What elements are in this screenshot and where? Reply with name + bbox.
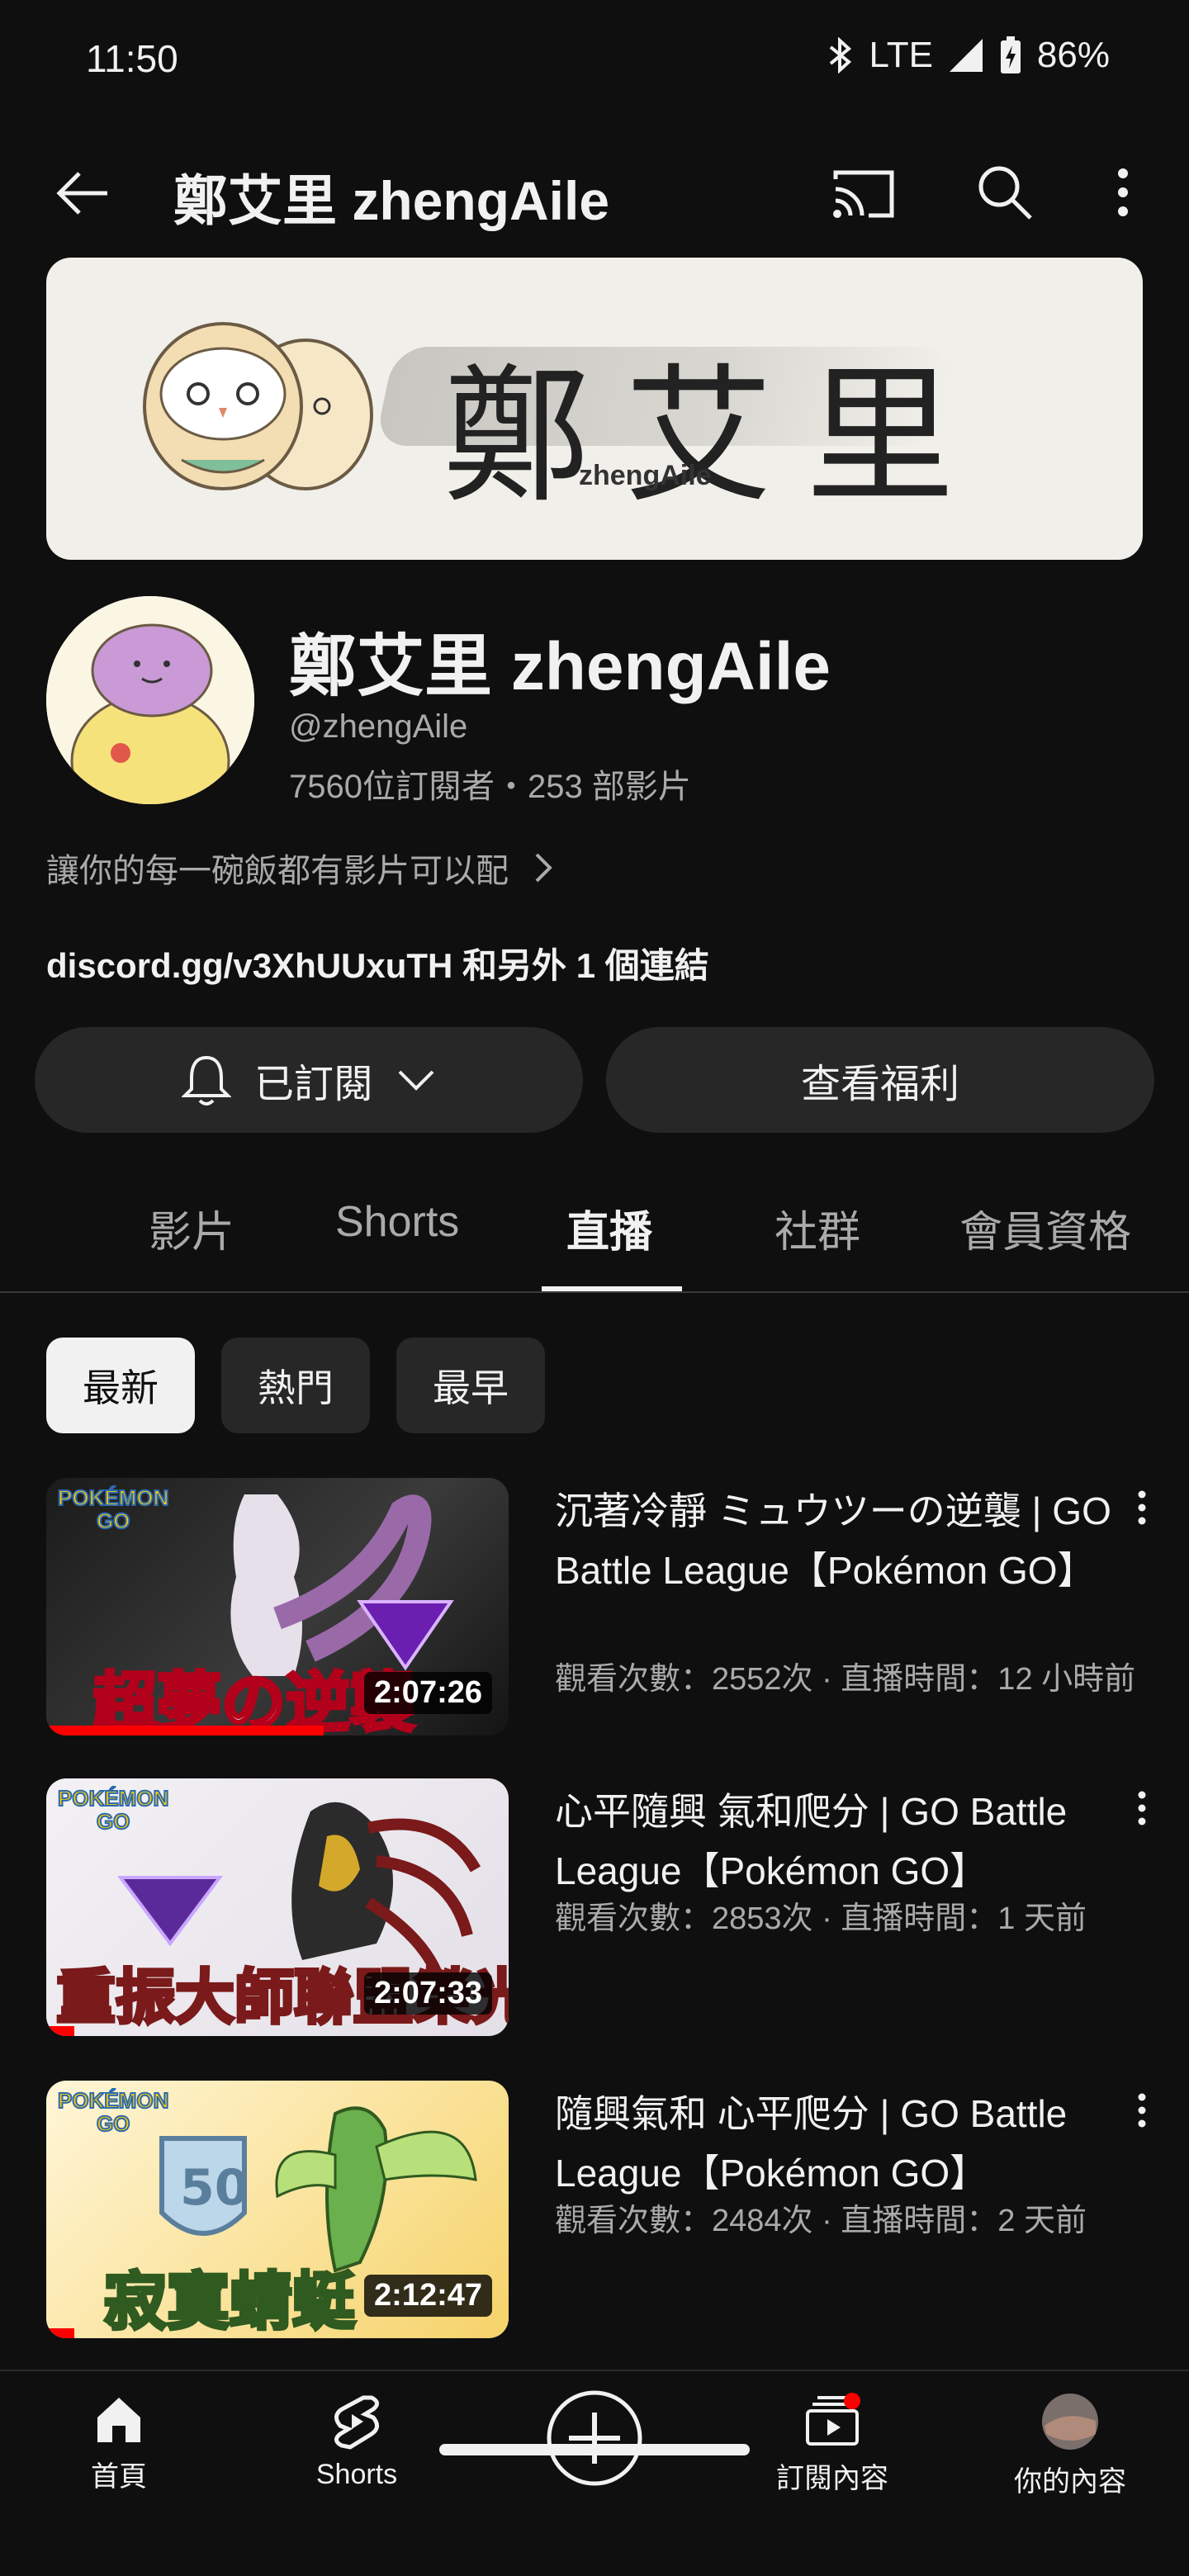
channel-description[interactable]: 讓你的每一碗飯都有影片可以配 [46,844,553,892]
battery-charging-icon [1000,36,1021,73]
video-duration: 2:07:26 [364,1672,492,1714]
channel-handle: @zhengAile [289,708,468,745]
channel-avatar[interactable] [46,596,254,804]
video-thumbnail[interactable]: POKÉMON GO 重振大師聯盟榮光 2:07:33 [46,1778,509,2036]
chip-latest[interactable]: 最新 [46,1338,195,1433]
perks-label: 查看福利 [800,1063,959,1106]
pokemon-go-logo: POKÉMON GO [57,2088,169,2136]
subscribed-button[interactable]: 已訂閱 [35,1027,583,1133]
video-meta: 觀看次數：2484次 · 直播時間：2 天前 [555,2204,1087,2238]
watch-progress-bar [46,1726,324,1735]
status-time: 11:50 [86,37,178,80]
nav-you-label: 你的內容 [1014,2466,1126,2498]
nav-home[interactable]: 首頁 [36,2393,201,2494]
battery-level: 86% [1036,35,1110,75]
more-vert-icon [1138,2093,1146,2128]
watch-progress-bar [46,2328,74,2338]
video-meta: 觀看次數：2552次 · 直播時間：12 小時前 [555,1662,1136,1697]
owl-illustration [143,322,373,490]
video-more-button[interactable] [1130,2086,1154,2135]
page-title: 鄭艾里 zhengAile [173,170,610,231]
chip-oldest[interactable]: 最早 [396,1338,545,1433]
subscribed-label: 已訂閱 [253,1063,373,1106]
bottom-navigation: 首頁 Shorts 訂閱內容 你的內容 [0,2370,1189,2576]
video-thumbnail[interactable]: 50 POKÉMON GO 寂寞蜻蜓 2:12:47 [46,2081,509,2338]
more-vert-icon [1138,1791,1146,1825]
tab-live[interactable]: 直播 [566,1197,652,1259]
video-more-button[interactable] [1130,1783,1154,1833]
banner-handle: zhengAile [579,460,712,491]
bluetooth-icon [830,37,852,73]
back-arrow-icon [56,172,107,215]
channel-stats: 7560位訂閱者・253 部影片 [289,769,691,805]
nav-you[interactable]: 你的內容 [988,2393,1153,2499]
nav-create[interactable] [512,2389,677,2487]
bell-icon [181,1055,231,1106]
chevron-right-icon [535,853,552,883]
cast-icon [833,170,894,218]
avatar-illustration [46,596,254,804]
more-options-button[interactable] [1098,157,1148,228]
more-vert-icon [1118,168,1128,216]
video-title[interactable]: 隨興氣和 心平爬分 | GO Battle League【Pokémon GO】 [555,2084,1116,2203]
search-button[interactable] [969,157,1040,228]
video-more-button[interactable] [1130,1483,1154,1532]
cast-button[interactable] [829,159,898,228]
chip-popular[interactable]: 熱門 [221,1338,370,1433]
view-perks-button[interactable]: 查看福利 [606,1027,1154,1133]
channel-banner: 鄭艾里 zhengAile [46,258,1143,560]
home-indicator[interactable] [439,2444,750,2455]
search-icon [978,166,1032,220]
video-meta: 觀看次數：2853次 · 直播時間：1 天前 [555,1901,1087,1936]
subscriptions-icon [806,2393,860,2446]
more-vert-icon [1138,1490,1146,1525]
pokemon-go-logo: POKÉMON GO [57,1786,169,1834]
tab-shorts[interactable]: Shorts [335,1197,459,1247]
watch-progress-bar [46,2026,74,2036]
svg-text:50: 50 [180,2159,249,2217]
back-button[interactable] [48,159,117,228]
video-duration: 2:12:47 [364,2275,492,2317]
banner-channel-name: 鄭艾里 [443,351,988,523]
video-title[interactable]: 心平隨興 氣和爬分 | GO Battle League【Pokémon GO】 [555,1782,1116,1901]
video-duration: 2:07:33 [364,1972,492,2015]
pokemon-go-logo: POKÉMON GO [57,1485,169,1533]
nav-shorts-label: Shorts [315,2459,398,2490]
network-label: LTE [869,35,933,75]
video-thumbnail[interactable]: POKÉMON GO 超夢の逆襲 2:07:26 [46,1478,509,1735]
channel-name: 鄭艾里 zhengAile [289,629,831,704]
video-title[interactable]: 沉著冷靜 ミュウツーの逆襲 | GO Battle League【Pokémon… [555,1481,1116,1600]
home-icon [97,2398,140,2442]
channel-links[interactable]: discord.gg/v3XhUUxuTH 和另外 1 個連結 [46,938,709,988]
tab-videos[interactable]: 影片 [149,1197,234,1259]
signal-icon [949,39,983,72]
channel-tabs: 影片 Shorts 直播 社群 會員資格 [0,1172,1189,1293]
tab-community[interactable]: 社群 [775,1197,860,1259]
avatar-icon [1042,2394,1098,2450]
active-tab-indicator [542,1286,682,1291]
tab-membership[interactable]: 會員資格 [959,1197,1131,1259]
description-text: 讓你的每一碗飯都有影片可以配 [46,853,509,889]
nav-shorts[interactable]: Shorts [274,2393,439,2491]
nav-home-label: 首頁 [91,2461,147,2493]
nav-subscriptions-label: 訂閱內容 [776,2463,888,2494]
nav-subscriptions[interactable]: 訂閱內容 [750,2393,915,2496]
chevron-down-icon [398,1070,434,1091]
create-icon [547,2390,642,2486]
status-icons: LTE 86% [826,35,1110,76]
shorts-icon [334,2395,379,2450]
thumbnail-overlay-text: 寂寞蜻蜓 [102,2263,357,2338]
